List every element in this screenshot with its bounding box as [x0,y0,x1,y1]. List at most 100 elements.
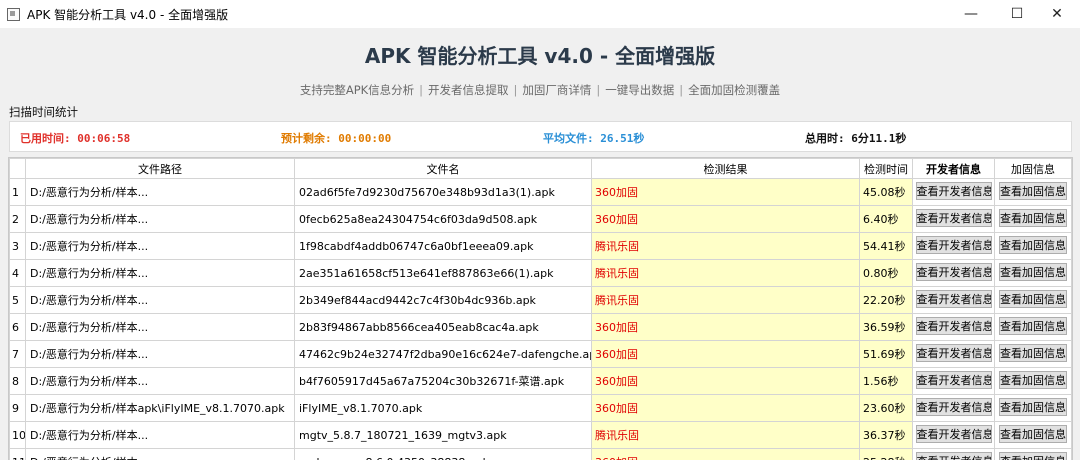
cell-detection-time[interactable]: 54.41秒 [860,233,913,260]
view-packer-button[interactable]: 查看加固信息 [999,344,1067,362]
cell-detection-result[interactable]: 腾讯乐固 [592,260,860,287]
cell-detection-result[interactable]: 腾讯乐固 [592,287,860,314]
cell-developer-info: 查看开发者信息 [913,341,995,368]
column-header-path[interactable]: 文件路径 [26,159,295,179]
row-number: 6 [10,314,26,341]
view-developer-button[interactable]: 查看开发者信息 [916,425,992,443]
cell-file-path[interactable]: D:/恶意行为分析/样本apk\iFlyIME_v8.1.7070.apk [26,395,295,422]
cell-detection-result[interactable]: 360加固 [592,341,860,368]
cell-detection-result[interactable]: 360加固 [592,449,860,460]
table-row[interactable]: 2D:/恶意行为分析/样本...0fecb625a8ea24304754c6f0… [10,206,1072,233]
column-header-packer[interactable]: 加固信息 [995,159,1072,179]
view-packer-button[interactable]: 查看加固信息 [999,263,1067,281]
table-row[interactable]: 9D:/恶意行为分析/样本apk\iFlyIME_v8.1.7070.apkiF… [10,395,1072,422]
view-developer-button[interactable]: 查看开发者信息 [916,263,992,281]
view-packer-button[interactable]: 查看加固信息 [999,236,1067,254]
cell-file-path[interactable]: D:/恶意行为分析/样本... [26,206,295,233]
cell-detection-time[interactable]: 0.80秒 [860,260,913,287]
view-developer-button[interactable]: 查看开发者信息 [916,290,992,308]
table-row[interactable]: 5D:/恶意行为分析/样本...2b349ef844acd9442c7c4f30… [10,287,1072,314]
cell-detection-result[interactable]: 360加固 [592,206,860,233]
cell-file-path[interactable]: D:/恶意行为分析/样本... [26,287,295,314]
table-row[interactable]: 3D:/恶意行为分析/样本...1f98cabdf4addb06747c6a0b… [10,233,1072,260]
window-title: APK 智能分析工具 v4.0 - 全面增强版 [27,6,228,23]
cell-detection-time[interactable]: 25.28秒 [860,449,913,460]
table-row[interactable]: 4D:/恶意行为分析/样本...2ae351a61658cf513e641ef8… [10,260,1072,287]
row-number: 2 [10,206,26,233]
remaining-time: 预计剩余: 00:00:00 [281,130,391,146]
cell-file-name[interactable]: 0fecb625a8ea24304754c6f03da9d508.apk [295,206,592,233]
view-packer-button[interactable]: 查看加固信息 [999,209,1067,227]
table-row[interactable]: 10D:/恶意行为分析/样本...mgtv_5.8.7_180721_1639_… [10,422,1072,449]
cell-file-name[interactable]: b4f7605917d45a67a75204c30b32671f-菜谱.apk [295,368,592,395]
cell-file-name[interactable]: 2ae351a61658cf513e641ef887863e66(1).apk [295,260,592,287]
view-packer-button[interactable]: 查看加固信息 [999,398,1067,416]
view-developer-button[interactable]: 查看开发者信息 [916,209,992,227]
view-developer-button[interactable]: 查看开发者信息 [916,182,992,200]
cell-packer-info: 查看加固信息 [995,287,1072,314]
cell-detection-result[interactable]: 360加固 [592,368,860,395]
cell-file-name[interactable]: 1f98cabdf4addb06747c6a0bf1eeea09.apk [295,233,592,260]
view-developer-button[interactable]: 查看开发者信息 [916,236,992,254]
cell-file-path[interactable]: D:/恶意行为分析/样本... [26,341,295,368]
close-button[interactable]: ✕ [1034,0,1080,28]
stats-panel: 已用时间: 00:06:58 预计剩余: 00:00:00 平均文件: 26.5… [9,121,1072,152]
cell-file-path[interactable]: D:/恶意行为分析/样本... [26,422,295,449]
cell-file-name[interactable]: 2b349ef844acd9442c7c4f30b4dc936b.apk [295,287,592,314]
view-packer-button[interactable]: 查看加固信息 [999,317,1067,335]
feature-list: 支持完整APK信息分析|开发者信息提取|加固厂商详情|一键导出数据|全面加固检测… [0,82,1080,98]
cell-file-path[interactable]: D:/恶意行为分析/样本... [26,449,295,460]
cell-detection-time[interactable]: 51.69秒 [860,341,913,368]
view-developer-button[interactable]: 查看开发者信息 [916,317,992,335]
cell-developer-info: 查看开发者信息 [913,449,995,460]
cell-file-path[interactable]: D:/恶意行为分析/样本... [26,314,295,341]
cell-file-name[interactable]: mobsource_8.6.0.4350_38838.apk [295,449,592,460]
cell-detection-time[interactable]: 1.56秒 [860,368,913,395]
view-packer-button[interactable]: 查看加固信息 [999,371,1067,389]
cell-detection-time[interactable]: 23.60秒 [860,395,913,422]
cell-file-name[interactable]: 47462c9b24e32747f2dba90e16c624e7-dafengc… [295,341,592,368]
cell-file-path[interactable]: D:/恶意行为分析/样本... [26,179,295,206]
view-developer-button[interactable]: 查看开发者信息 [916,398,992,416]
cell-detection-time[interactable]: 22.20秒 [860,287,913,314]
view-packer-button[interactable]: 查看加固信息 [999,290,1067,308]
view-packer-button[interactable]: 查看加固信息 [999,182,1067,200]
table-row[interactable]: 7D:/恶意行为分析/样本...47462c9b24e32747f2dba90e… [10,341,1072,368]
cell-detection-result[interactable]: 360加固 [592,179,860,206]
view-developer-button[interactable]: 查看开发者信息 [916,371,992,389]
table-row[interactable]: 8D:/恶意行为分析/样本...b4f7605917d45a67a75204c3… [10,368,1072,395]
view-developer-button[interactable]: 查看开发者信息 [916,344,992,362]
cell-file-path[interactable]: D:/恶意行为分析/样本... [26,233,295,260]
cell-packer-info: 查看加固信息 [995,233,1072,260]
column-header-time[interactable]: 检测时间 [860,159,913,179]
column-header-result[interactable]: 检测结果 [592,159,860,179]
minimize-button[interactable]: — [948,0,994,28]
cell-detection-time[interactable]: 6.40秒 [860,206,913,233]
row-number: 5 [10,287,26,314]
results-table[interactable]: 文件路径 文件名 检测结果 检测时间 开发者信息 加固信息 1D:/恶意行为分析… [8,157,1073,460]
table-row[interactable]: 11D:/恶意行为分析/样本...mobsource_8.6.0.4350_38… [10,449,1072,460]
cell-file-name[interactable]: iFlyIME_v8.1.7070.apk [295,395,592,422]
cell-developer-info: 查看开发者信息 [913,260,995,287]
cell-file-name[interactable]: 02ad6f5fe7d9230d75670e348b93d1a3(1).apk [295,179,592,206]
cell-file-path[interactable]: D:/恶意行为分析/样本... [26,260,295,287]
feature-item: 一键导出数据 [605,83,674,97]
column-header-developer[interactable]: 开发者信息 [913,159,995,179]
cell-detection-result[interactable]: 360加固 [592,314,860,341]
cell-detection-time[interactable]: 45.08秒 [860,179,913,206]
cell-detection-result[interactable]: 360加固 [592,395,860,422]
cell-file-path[interactable]: D:/恶意行为分析/样本... [26,368,295,395]
cell-detection-result[interactable]: 腾讯乐固 [592,422,860,449]
cell-detection-time[interactable]: 36.37秒 [860,422,913,449]
cell-detection-result[interactable]: 腾讯乐固 [592,233,860,260]
separator: | [419,83,423,97]
cell-developer-info: 查看开发者信息 [913,233,995,260]
cell-file-name[interactable]: 2b83f94867abb8566cea405eab8cac4a.apk [295,314,592,341]
column-header-name[interactable]: 文件名 [295,159,592,179]
table-row[interactable]: 1D:/恶意行为分析/样本...02ad6f5fe7d9230d75670e34… [10,179,1072,206]
cell-file-name[interactable]: mgtv_5.8.7_180721_1639_mgtv3.apk [295,422,592,449]
separator: | [514,83,518,97]
table-row[interactable]: 6D:/恶意行为分析/样本...2b83f94867abb8566cea405e… [10,314,1072,341]
cell-detection-time[interactable]: 36.59秒 [860,314,913,341]
view-packer-button[interactable]: 查看加固信息 [999,425,1067,443]
